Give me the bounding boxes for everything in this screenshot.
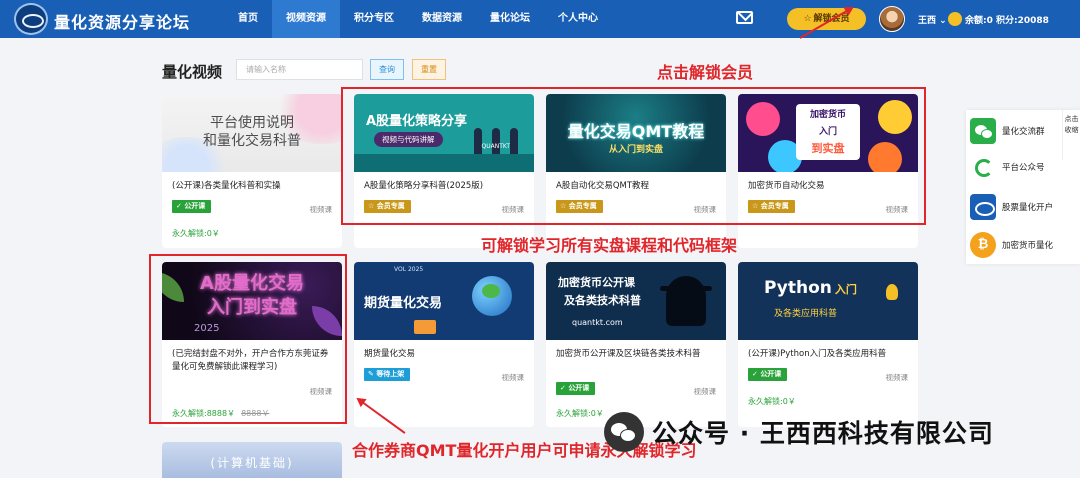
site-brand[interactable]: 量化资源分享论坛 (54, 9, 190, 33)
person-figure (492, 128, 500, 154)
course-price: 永久解锁:0￥ (556, 409, 604, 418)
annotation-unlock: 点击解锁会员 (657, 63, 754, 82)
hacker-icon (660, 276, 712, 326)
annotation-all-courses: 可解锁学习所有实盘课程和代码框架 (481, 236, 738, 255)
thumbnail-text: (计算机基础) (210, 456, 294, 470)
course-thumbnail[interactable]: VOL 2025 期货量化交易 (354, 262, 534, 340)
balance-text: 余额:0 积分:20088 (965, 16, 1049, 26)
nav-home[interactable]: 首页 (224, 0, 272, 38)
thumbnail-text: A股量化策略分享 (366, 114, 468, 129)
thumbnail-subtext: 及各类应用科普 (774, 309, 838, 319)
nav-video-resources[interactable]: 视频资源 (272, 0, 340, 38)
course-type: 视频课 (501, 373, 525, 382)
course-card[interactable]: (计算机基础) (162, 442, 342, 478)
course-title[interactable]: 加密货币公开课及区块链各类技术科普 (556, 348, 718, 361)
main-nav: 首页 视频资源 积分专区 数据资源 量化论坛 个人中心 (224, 0, 612, 38)
badge-public: ✓ 公开课 (556, 382, 596, 395)
globe-icon (472, 276, 512, 316)
course-title[interactable]: (公开课)Python入门及各类应用科普 (748, 348, 910, 361)
thumbnail-logo: QUANTKT (481, 143, 510, 150)
query-button[interactable]: 查询 (370, 59, 404, 80)
thumbnail-text: 加密货币公开课 (558, 276, 635, 289)
bitcoin-icon: ₿ (970, 232, 996, 258)
coin-icon (948, 12, 962, 26)
float-item-crypto[interactable]: ₿ 加密货币量化 (970, 230, 1053, 260)
page-title: 量化视频 (162, 63, 223, 81)
float-item-official-account[interactable]: 平台公众号 (970, 152, 1045, 182)
nav-quant-forum[interactable]: 量化论坛 (476, 0, 544, 38)
nav-data-resources[interactable]: 数据资源 (408, 0, 476, 38)
nav-points-zone[interactable]: 积分专区 (340, 0, 408, 38)
reset-button[interactable]: 重置 (412, 59, 446, 80)
thumbnail-year: VOL 2025 (394, 266, 424, 273)
course-card[interactable]: 平台使用说明 和量化交易科普 (公开课)各类量化科普和实操 ✓ 公开课 视频课 永… (162, 94, 342, 248)
course-title[interactable]: 期货量化交易 (364, 348, 526, 361)
course-thumbnail[interactable]: Python 入门 及各类应用科普 (738, 262, 918, 340)
thumbnail-url: quantkt.com (572, 318, 623, 327)
thumbnail-text: 平台使用说明 和量化交易科普 (203, 115, 301, 149)
wechat-icon (604, 412, 644, 452)
thumbnail-subtext: 视频与代码讲解 (374, 132, 443, 147)
person-figure (510, 128, 518, 154)
site-logo[interactable] (14, 3, 48, 35)
course-card[interactable]: Python 入门 及各类应用科普 (公开课)Python入门及各类应用科普 ✓ … (738, 262, 918, 427)
lightbulb-icon (886, 284, 898, 300)
thumbnail-text: 及各类技术科普 (564, 294, 641, 307)
watermark: 公众号 · 王西西科技有限公司 (604, 410, 994, 454)
thumbnail-text: 期货量化交易 (364, 296, 443, 311)
user-name[interactable]: 王西 ⌄ (918, 13, 947, 26)
course-title[interactable]: (公开课)各类量化科普和实操 (172, 180, 334, 193)
course-thumbnail[interactable]: (计算机基础) (162, 442, 342, 478)
course-card[interactable]: 加密货币公开课 及各类技术科普 quantkt.com 加密货币公开课及区块链各… (546, 262, 726, 427)
top-navbar: 量化资源分享论坛 首页 视频资源 积分专区 数据资源 量化论坛 个人中心 ☆解锁… (0, 0, 1080, 38)
wechat-icon (970, 118, 996, 144)
mail-icon[interactable] (736, 11, 753, 24)
search-input[interactable] (236, 59, 363, 80)
course-price: 永久解锁:0￥ (748, 397, 796, 406)
collapse-tab[interactable]: 点击收缩 (1062, 110, 1080, 160)
float-item-stock-account[interactable]: 股票量化开户 (970, 192, 1053, 222)
course-type: 视频课 (885, 373, 909, 382)
float-item-wechat-group[interactable]: 量化交流群 (970, 116, 1045, 146)
official-account-icon (970, 154, 996, 180)
suitcase-icon (414, 320, 436, 334)
person-figure (474, 128, 482, 154)
thumbnail-text: Python 入门 (764, 278, 857, 298)
course-card[interactable]: VOL 2025 期货量化交易 期货量化交易 ✎ 等待上架 视频课 (354, 262, 534, 427)
thumbnail-text: 加密货币 入门 到实盘 (796, 104, 860, 160)
course-thumbnail[interactable]: 加密货币公开课 及各类技术科普 quantkt.com (546, 262, 726, 340)
chevron-down-icon: ⌄ (936, 16, 947, 26)
stock-logo-icon (970, 194, 996, 220)
course-price: 永久解锁:0￥ (172, 229, 220, 238)
badge-public: ✓ 公开课 (748, 368, 788, 381)
highlight-box-broker-course (149, 254, 347, 424)
badge-public: ✓ 公开课 (172, 200, 212, 213)
course-type: 视频课 (309, 205, 333, 214)
course-thumbnail[interactable]: 平台使用说明 和量化交易科普 (162, 94, 342, 172)
nav-user-center[interactable]: 个人中心 (544, 0, 612, 38)
badge-pending: ✎ 等待上架 (364, 368, 411, 381)
star-icon: ☆ (803, 14, 812, 24)
avatar[interactable] (879, 6, 905, 32)
course-type: 视频课 (693, 387, 717, 396)
